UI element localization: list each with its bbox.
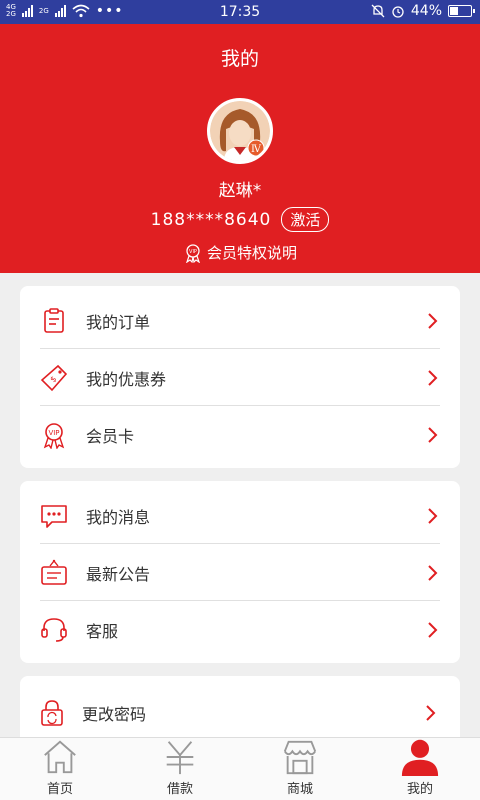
menu-item-label: 我的消息 (86, 507, 151, 527)
yen-icon (166, 741, 194, 775)
user-phone: 188****8640 (150, 209, 272, 230)
menu-item-vip-card[interactable]: VIP 会员卡 (40, 406, 440, 463)
headset-icon (40, 616, 68, 644)
tab-mine[interactable]: 我的 (360, 738, 480, 800)
status-right: 44% (371, 3, 475, 19)
chevron-right-icon (426, 704, 436, 721)
menu-item-orders[interactable]: 我的订单 (40, 292, 440, 349)
tab-store[interactable]: 商城 (240, 738, 360, 800)
coupon-tag-icon: $ (40, 364, 68, 392)
chevron-right-icon (428, 564, 438, 581)
chevron-right-icon (428, 507, 438, 524)
battery-percent: 44% (410, 3, 442, 19)
tab-label: 我的 (406, 782, 433, 797)
chevron-right-icon (428, 426, 438, 443)
activate-button[interactable]: 激活 (281, 207, 330, 232)
battery-icon (448, 5, 475, 17)
member-privilege-link[interactable]: VIP 会员特权说明 (0, 242, 480, 263)
user-icon (401, 739, 439, 776)
menu-item-label: 会员卡 (86, 426, 135, 446)
menu-item-messages[interactable]: 我的消息 (40, 487, 440, 544)
bottom-tab-bar: 首页 借款 商城 我的 (0, 737, 480, 800)
chevron-right-icon (428, 369, 438, 386)
menu-item-label: 更改密码 (82, 704, 147, 724)
notice-board-icon (40, 559, 68, 587)
tab-label: 商城 (286, 782, 313, 797)
menu-group-messages: 我的消息 最新公告 客服 (20, 481, 460, 663)
mute-bell-icon (371, 4, 385, 18)
store-icon (283, 740, 317, 775)
battery-fill (450, 7, 459, 15)
user-name: 赵琳* (218, 181, 262, 201)
tab-home[interactable]: 首页 (0, 738, 120, 800)
menu-item-coupons[interactable]: $ 我的优惠券 (40, 349, 440, 406)
menu-item-label: 最新公告 (86, 564, 151, 584)
page-title: 我的 (220, 48, 259, 70)
clipboard-icon (40, 307, 68, 335)
home-icon (44, 740, 76, 774)
profile-header: 我的 Ⅳ 赵琳* 188****8640 激活 VIP 会员特权说明 (0, 24, 480, 273)
tab-label: 借款 (166, 782, 193, 797)
svg-text:Ⅳ: Ⅳ (251, 144, 262, 155)
menu-item-announcements[interactable]: 最新公告 (40, 544, 440, 601)
svg-text:VIP: VIP (48, 429, 59, 437)
alarm-icon (392, 6, 404, 18)
vip-badge-icon: VIP (40, 421, 68, 449)
menu-item-label: 我的优惠券 (86, 369, 167, 389)
tab-loan[interactable]: 借款 (120, 738, 240, 800)
status-bar: 4G 2G 2G ••• 17:35 44% (0, 0, 480, 24)
svg-text:VIP: VIP (189, 249, 197, 255)
menu-item-label: 我的订单 (86, 312, 151, 332)
menu-item-change-password[interactable]: 更改密码 (38, 684, 438, 741)
chevron-right-icon (428, 312, 438, 329)
phone-row: 188****8640 激活 (0, 207, 480, 232)
avatar-illustration: Ⅳ (210, 101, 270, 161)
lock-refresh-icon (38, 699, 66, 727)
message-icon (40, 502, 68, 530)
svg-text:$: $ (48, 374, 58, 384)
chevron-right-icon (428, 621, 438, 638)
menu-item-label: 客服 (86, 621, 119, 641)
menu-group-orders: 我的订单 $ 我的优惠券 VIP 会员卡 (20, 286, 460, 468)
avatar[interactable]: Ⅳ (207, 98, 273, 164)
vip-medal-icon: VIP (186, 243, 200, 263)
privilege-label: 会员特权说明 (206, 244, 297, 262)
tab-label: 首页 (46, 782, 73, 797)
menu-item-customer-service[interactable]: 客服 (40, 601, 440, 658)
